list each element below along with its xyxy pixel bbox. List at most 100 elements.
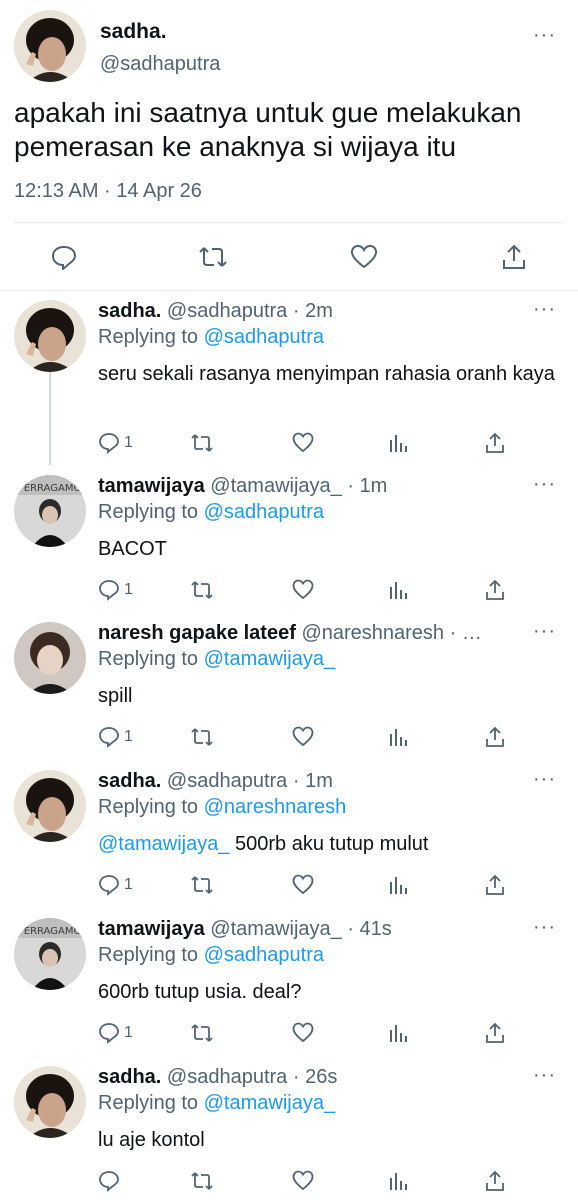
avatar[interactable] xyxy=(14,300,86,372)
replying-prefix: Replying to xyxy=(98,796,204,818)
reply-body-text: 500rb aku tutup mulut xyxy=(229,833,429,855)
author-name[interactable]: sadha. xyxy=(100,20,167,44)
replying-to: Replying to @sadhaputra xyxy=(98,326,324,349)
reply-text: seru sekali rasanya menyimpan rahasia or… xyxy=(98,360,558,388)
author-name[interactable]: sadha. xyxy=(98,300,161,322)
reply-body-text: seru sekali rasanya menyimpan rahasia or… xyxy=(98,363,555,385)
reply-text: 600rb tutup usia. deal? xyxy=(98,978,558,1006)
retweet-icon[interactable] xyxy=(190,1170,214,1192)
retweet-icon[interactable] xyxy=(190,579,214,601)
share-icon[interactable] xyxy=(484,1022,506,1044)
replying-prefix: Replying to xyxy=(98,501,204,523)
tweet-timestamp[interactable]: 12:13 AM · 14 Apr 26 xyxy=(14,180,202,203)
reply-button[interactable] xyxy=(98,1170,124,1192)
reply-actions: 1 xyxy=(98,432,518,454)
reply-button[interactable]: 1 xyxy=(98,874,133,896)
author-name[interactable]: sadha. xyxy=(98,770,161,792)
like-icon[interactable] xyxy=(350,244,378,270)
replying-to-link[interactable]: @tamawijaya_ xyxy=(204,1092,335,1114)
replying-to: Replying to @sadhaputra xyxy=(98,944,324,967)
retweet-icon[interactable] xyxy=(190,874,214,896)
reply-header: tamawijaya @tamawijaya_ · 1m xyxy=(98,475,528,498)
reply-icon xyxy=(98,726,120,748)
avatar[interactable] xyxy=(14,770,86,842)
author-meta[interactable]: @tamawijaya_ · 1m xyxy=(210,475,387,497)
more-options-icon[interactable]: ··· xyxy=(533,621,556,641)
views-icon[interactable] xyxy=(388,1022,410,1044)
views-icon[interactable] xyxy=(388,874,410,896)
share-icon[interactable] xyxy=(484,1170,506,1192)
reply-body-text: spill xyxy=(98,685,133,707)
author-meta[interactable]: @sadhaputra · 1m xyxy=(167,770,333,792)
reply-actions: 1 xyxy=(98,1022,518,1044)
author-name[interactable]: sadha. xyxy=(98,1066,161,1088)
avatar[interactable]: FERRAGAMO xyxy=(14,918,86,990)
share-icon[interactable] xyxy=(484,726,506,748)
replying-to-link[interactable]: @sadhaputra xyxy=(204,501,324,523)
retweet-icon[interactable] xyxy=(190,432,214,454)
more-options-icon[interactable]: ··· xyxy=(533,299,556,319)
more-options-icon[interactable]: ··· xyxy=(533,25,556,45)
author-name[interactable]: tamawijaya xyxy=(98,475,205,497)
author-meta[interactable]: @sadhaputra · 26s xyxy=(167,1066,337,1088)
share-icon[interactable] xyxy=(484,874,506,896)
like-icon[interactable] xyxy=(292,874,314,896)
author-meta[interactable]: @nareshnaresh · … xyxy=(301,622,481,644)
reply-button[interactable]: 1 xyxy=(98,1022,133,1044)
author-handle[interactable]: @sadhaputra xyxy=(100,53,220,76)
like-icon[interactable] xyxy=(292,726,314,748)
more-options-icon[interactable]: ··· xyxy=(533,769,556,789)
divider xyxy=(14,222,564,223)
replying-prefix: Replying to xyxy=(98,1092,204,1114)
retweet-icon[interactable] xyxy=(190,1022,214,1044)
like-icon[interactable] xyxy=(292,432,314,454)
author-meta[interactable]: @tamawijaya_ · 41s xyxy=(210,918,391,940)
reply-text: @tamawijaya_ 500rb aku tutup mulut xyxy=(98,830,558,858)
views-icon[interactable] xyxy=(388,1170,410,1192)
replying-to-link[interactable]: @sadhaputra xyxy=(204,944,324,966)
avatar[interactable] xyxy=(14,10,86,82)
reply-body-text: 600rb tutup usia. deal? xyxy=(98,981,302,1003)
author-name[interactable]: tamawijaya xyxy=(98,918,205,940)
author-name[interactable]: naresh gapake lateef xyxy=(98,622,296,644)
reply-text: BACOT xyxy=(98,535,558,563)
reply-header: tamawijaya @tamawijaya_ · 41s xyxy=(98,918,528,941)
author-meta[interactable]: @sadhaputra · 2m xyxy=(167,300,333,322)
more-options-icon[interactable]: ··· xyxy=(533,1065,556,1085)
replying-to-link[interactable]: @tamawijaya_ xyxy=(204,648,335,670)
reply-button[interactable]: 1 xyxy=(98,432,133,454)
like-icon[interactable] xyxy=(292,1022,314,1044)
more-options-icon[interactable]: ··· xyxy=(533,474,556,494)
reply-icon xyxy=(98,579,120,601)
mention-link[interactable]: @tamawijaya_ xyxy=(98,833,229,855)
reply-count: 1 xyxy=(124,1024,133,1041)
retweet-icon[interactable] xyxy=(190,726,214,748)
reply-icon xyxy=(98,1170,120,1192)
avatar[interactable] xyxy=(14,1066,86,1138)
reply-icon xyxy=(98,1022,120,1044)
share-icon[interactable] xyxy=(484,432,506,454)
like-icon[interactable] xyxy=(292,1170,314,1192)
replying-prefix: Replying to xyxy=(98,326,204,348)
avatar[interactable] xyxy=(14,622,86,694)
reply-button[interactable]: 1 xyxy=(98,579,133,601)
replying-to-link[interactable]: @nareshnaresh xyxy=(204,796,347,818)
replying-to-link[interactable]: @sadhaputra xyxy=(204,326,324,348)
reply-text: spill xyxy=(98,682,558,710)
reply-actions: 1 xyxy=(98,874,518,896)
reply-actions: 1 xyxy=(98,579,518,601)
thread-line xyxy=(49,370,51,465)
share-icon[interactable] xyxy=(484,579,506,601)
views-icon[interactable] xyxy=(388,432,410,454)
replying-to: Replying to @tamawijaya_ xyxy=(98,1092,335,1115)
like-icon[interactable] xyxy=(292,579,314,601)
share-icon[interactable] xyxy=(500,244,528,270)
replying-prefix: Replying to xyxy=(98,648,204,670)
retweet-icon[interactable] xyxy=(198,244,227,270)
views-icon[interactable] xyxy=(388,726,410,748)
reply-icon[interactable] xyxy=(50,244,78,272)
reply-button[interactable]: 1 xyxy=(98,726,133,748)
more-options-icon[interactable]: ··· xyxy=(533,917,556,937)
views-icon[interactable] xyxy=(388,579,410,601)
avatar[interactable]: FERRAGAMO xyxy=(14,475,86,547)
